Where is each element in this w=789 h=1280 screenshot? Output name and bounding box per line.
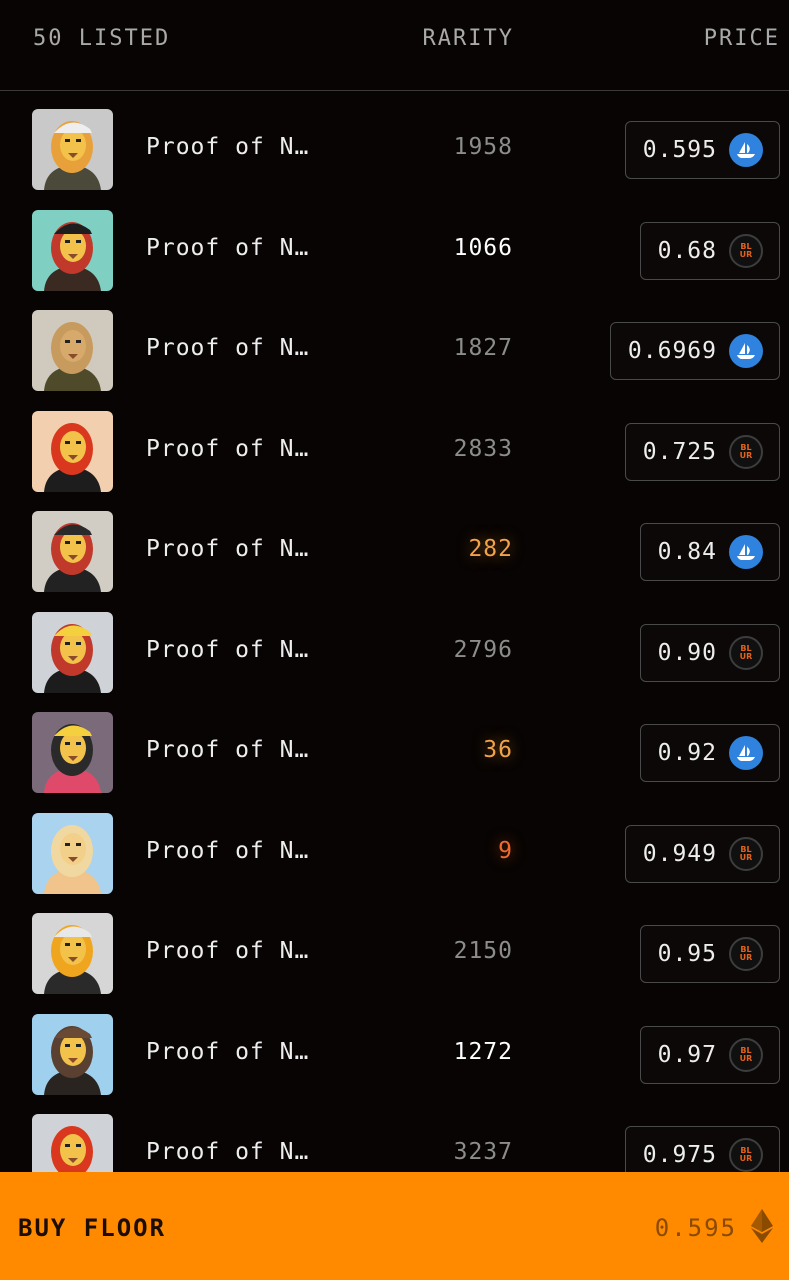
listing-row[interactable]: Proof of N… 282 0.84 <box>0 493 789 594</box>
rarity-rank: 36 <box>483 737 513 763</box>
price-value: 0.725 <box>642 438 717 465</box>
blur-icon-line-2: UR <box>739 953 753 962</box>
opensea-icon <box>729 334 763 368</box>
price-button[interactable]: 0.975 BL UR <box>624 1126 780 1172</box>
opensea-icon <box>729 736 763 770</box>
listing-row[interactable]: Proof of N… 36 0.92 <box>0 694 789 795</box>
blur-icon: BL UR <box>729 233 763 268</box>
rarity-rank: 9 <box>498 837 513 864</box>
price-button[interactable]: 0.95 BL UR <box>639 925 780 983</box>
nft-thumbnail[interactable] <box>32 310 113 391</box>
price-value: 0.6969 <box>627 338 717 364</box>
listing-row[interactable]: Proof of N… 2833 0.725 BL UR <box>0 393 789 494</box>
nft-thumbnail[interactable] <box>32 913 113 994</box>
price-button[interactable]: 0.97 BL UR <box>639 1025 780 1084</box>
nft-name: Proof of N… <box>146 636 310 663</box>
blur-icon: BL UR <box>729 937 763 971</box>
price-value: 0.84 <box>657 539 717 565</box>
rarity-rank: 1827 <box>453 335 513 361</box>
nft-name: Proof of N… <box>146 1038 310 1065</box>
ethereum-icon <box>751 1209 773 1243</box>
listing-row[interactable]: Proof of N… 1827 0.6969 <box>0 292 789 393</box>
blur-icon-line-2: UR <box>739 450 753 460</box>
rarity-rank: 2150 <box>453 938 513 964</box>
nft-thumbnail[interactable] <box>32 1013 113 1095</box>
nft-thumbnail[interactable] <box>32 511 113 592</box>
nft-name: Proof of N… <box>146 1139 310 1165</box>
nft-thumbnail[interactable] <box>32 812 113 894</box>
price-button[interactable]: 0.595 <box>624 121 780 179</box>
listing-row[interactable]: Proof of N… 2796 0.90 BL UR <box>0 594 789 695</box>
nft-thumbnail[interactable] <box>32 109 113 190</box>
price-value: 0.975 <box>642 1142 717 1168</box>
rarity-rank: 1958 <box>453 134 513 160</box>
nft-name: Proof of N… <box>146 335 310 361</box>
listing-row[interactable]: Proof of N… 1958 0.595 <box>0 91 789 192</box>
blur-icon-line-2: UR <box>739 1053 753 1063</box>
rarity-rank: 2796 <box>453 636 513 663</box>
blur-icon-line-2: UR <box>739 249 753 259</box>
floor-price: 0.595 <box>654 1214 737 1242</box>
price-value: 0.90 <box>657 639 717 666</box>
nft-thumbnail[interactable] <box>32 1114 113 1172</box>
nft-name: Proof of N… <box>146 737 310 763</box>
blur-icon: BL UR <box>729 1037 763 1072</box>
rarity-rank: 3237 <box>453 1139 513 1165</box>
rarity-rank: 2833 <box>453 435 513 462</box>
price-value: 0.92 <box>657 740 717 766</box>
nft-name: Proof of N… <box>146 536 310 562</box>
price-button[interactable]: 0.949 BL UR <box>624 824 780 883</box>
blur-icon-line-2: UR <box>739 651 753 661</box>
nft-name: Proof of N… <box>146 938 310 964</box>
nft-name: Proof of N… <box>146 435 310 462</box>
opensea-icon <box>729 133 763 167</box>
listing-row[interactable]: Proof of N… 9 0.949 BL UR <box>0 795 789 896</box>
nft-name: Proof of N… <box>146 837 310 864</box>
blur-icon-line-2: UR <box>739 852 753 862</box>
nft-thumbnail[interactable] <box>32 712 113 793</box>
rarity-rank: 282 <box>468 536 513 562</box>
opensea-icon <box>729 535 763 569</box>
price-value: 0.949 <box>642 840 717 867</box>
listing-row[interactable]: Proof of N… 3237 0.975 BL UR <box>0 1096 789 1172</box>
price-value: 0.95 <box>657 941 717 967</box>
listing-row[interactable]: Proof of N… 1066 0.68 BL UR <box>0 192 789 293</box>
blur-icon-line-2: UR <box>739 1154 753 1163</box>
price-value: 0.97 <box>657 1041 717 1068</box>
blur-icon: BL UR <box>729 1138 763 1172</box>
buy-floor-button[interactable]: BUY FLOOR <box>18 1214 166 1242</box>
price-button[interactable]: 0.6969 <box>609 322 780 380</box>
listing-row[interactable]: Proof of N… 2150 0.95 BL UR <box>0 895 789 996</box>
nft-thumbnail[interactable] <box>32 611 113 693</box>
price-button[interactable]: 0.90 BL UR <box>639 623 780 682</box>
price-value: 0.595 <box>642 137 717 163</box>
blur-icon: BL UR <box>729 635 763 670</box>
rarity-rank: 1272 <box>453 1038 513 1065</box>
nft-thumbnail[interactable] <box>32 410 113 492</box>
nft-thumbnail[interactable] <box>32 209 113 291</box>
rarity-rank: 1066 <box>453 234 513 261</box>
price-button[interactable]: 0.92 <box>639 724 780 782</box>
price-button[interactable]: 0.725 BL UR <box>624 422 780 481</box>
list-header: 50 LISTED RARITY PRICE <box>0 0 789 91</box>
rarity-column-header[interactable]: RARITY <box>420 26 514 51</box>
blur-icon: BL UR <box>729 836 763 871</box>
price-button[interactable]: 0.84 <box>639 523 780 581</box>
listed-count: 50 LISTED <box>33 26 171 51</box>
price-value: 0.68 <box>657 237 717 264</box>
buy-floor-bar[interactable]: BUY FLOOR 0.595 <box>0 1172 789 1280</box>
blur-icon: BL UR <box>729 434 763 469</box>
listing-row[interactable]: Proof of N… 1272 0.97 BL UR <box>0 996 789 1097</box>
price-button[interactable]: 0.68 BL UR <box>639 221 780 280</box>
nft-name: Proof of N… <box>146 234 310 261</box>
nft-name: Proof of N… <box>146 134 310 160</box>
listing-list[interactable]: Proof of N… 1958 0.595 Proof of N… 1066 0.68 B… <box>0 91 789 1172</box>
price-column-header[interactable]: PRICE <box>704 26 780 51</box>
